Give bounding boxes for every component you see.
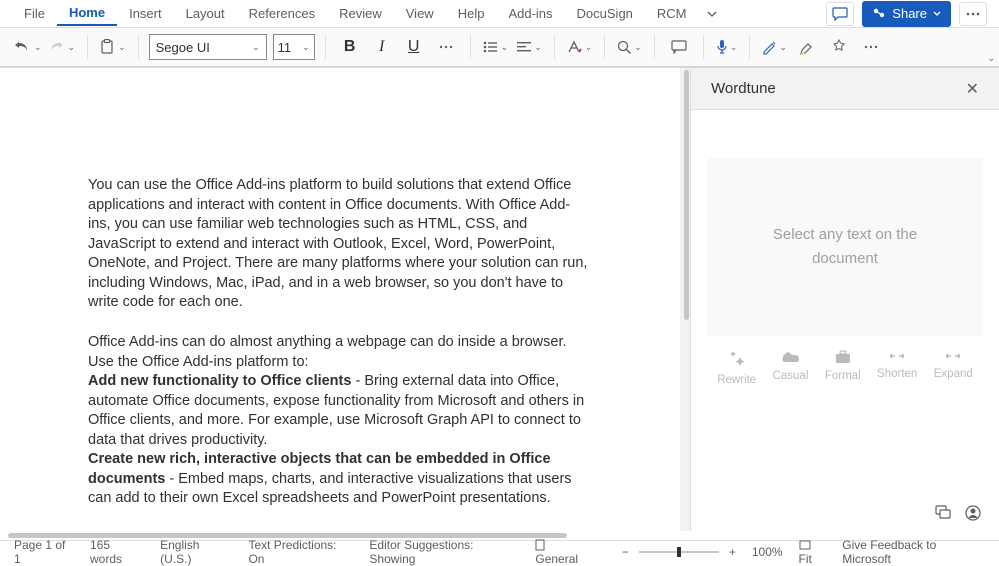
italic-button[interactable]: I (368, 33, 396, 61)
font-size-value: 11 (278, 40, 292, 55)
overflow-button[interactable] (959, 2, 987, 26)
status-editor[interactable]: Editor Suggestions: Showing (369, 538, 519, 566)
highlight-button[interactable] (793, 33, 821, 61)
doc-paragraph-3[interactable]: Add new functionality to Office clients … (88, 372, 592, 450)
pane-chat-icon[interactable] (935, 505, 951, 521)
more-tabs-chevron-icon[interactable] (699, 5, 725, 23)
casual-button[interactable]: Casual (773, 350, 809, 386)
sparkle-icon (728, 350, 746, 368)
status-page[interactable]: Page 1 of 1 (14, 538, 74, 566)
tab-home[interactable]: Home (57, 1, 117, 26)
ribbon-collapse-icon[interactable]: ⌄ (987, 53, 995, 64)
rewrite-button[interactable]: Rewrite (717, 350, 756, 386)
bold-button[interactable]: B (336, 33, 364, 61)
zoom-in-icon[interactable]: + (729, 545, 736, 559)
wordtune-pane: Wordtune ✕ Select any text on the docume… (691, 68, 999, 531)
pane-placeholder-text: Select any text on the document (747, 223, 943, 271)
shorten-button[interactable]: Shorten (877, 350, 917, 386)
shoe-icon (782, 350, 800, 364)
status-zoom[interactable]: 100% (752, 545, 783, 559)
horizontal-scrollbar[interactable] (0, 531, 999, 540)
expand-button[interactable]: Expand (934, 350, 973, 386)
zoom-control[interactable]: − + (622, 545, 736, 559)
tab-review[interactable]: Review (327, 2, 394, 25)
tab-references[interactable]: References (237, 2, 327, 25)
status-sensitivity[interactable]: General (535, 538, 589, 566)
dictate-button[interactable]: ⌄ (714, 35, 740, 59)
feedback-link[interactable]: Give Feedback to Microsoft (842, 538, 985, 566)
main-area: You can use the Office Add-ins platform … (0, 68, 999, 531)
doc-paragraph-1[interactable]: You can use the Office Add-ins platform … (88, 176, 592, 313)
pane-account-icon[interactable] (965, 505, 981, 521)
doc-paragraph-2[interactable]: Office Add-ins can do almost anything a … (88, 333, 592, 372)
tab-view[interactable]: View (394, 2, 446, 25)
tab-layout[interactable]: Layout (174, 2, 237, 25)
tab-rcm[interactable]: RCM (645, 2, 699, 25)
vertical-scrollbar[interactable] (683, 70, 690, 524)
styles-button[interactable]: ⌄ (565, 36, 595, 58)
font-size-select[interactable]: 11⌄ (273, 34, 315, 60)
tab-help[interactable]: Help (446, 2, 497, 25)
zoom-slider[interactable] (639, 551, 719, 553)
comments-button[interactable] (826, 2, 854, 26)
expand-icon (944, 350, 962, 362)
editor-button[interactable]: ⌄ (760, 36, 789, 59)
undo-button[interactable]: ⌄ (12, 36, 44, 58)
briefcase-icon (834, 350, 852, 364)
find-button[interactable]: ⌄ (615, 36, 644, 59)
pane-empty-state: Select any text on the document (707, 158, 983, 336)
font-name-select[interactable]: Segoe UI⌄ (149, 34, 267, 60)
status-words[interactable]: 165 words (90, 538, 144, 566)
tab-insert[interactable]: Insert (117, 2, 174, 25)
tab-file[interactable]: File (12, 2, 57, 25)
status-fit[interactable]: Fit (799, 538, 827, 566)
status-lang[interactable]: English (U.S.) (160, 538, 232, 566)
align-button[interactable]: ⌄ (514, 36, 544, 58)
tab-docusign[interactable]: DocuSign (565, 2, 645, 25)
more-font-button[interactable] (432, 33, 460, 61)
comment-insert-button[interactable] (665, 33, 693, 61)
share-button[interactable]: Share (862, 1, 951, 27)
clipboard-button[interactable]: ⌄ (98, 35, 128, 59)
status-predictions[interactable]: Text Predictions: On (248, 538, 353, 566)
font-name-value: Segoe UI (156, 40, 210, 55)
share-label: Share (892, 6, 927, 21)
tab-addins[interactable]: Add-ins (496, 2, 564, 25)
shorten-icon (888, 350, 906, 362)
formal-button[interactable]: Formal (825, 350, 861, 386)
zoom-out-icon[interactable]: − (622, 545, 629, 559)
bullets-button[interactable]: ⌄ (481, 36, 511, 58)
underline-button[interactable]: U (400, 33, 428, 61)
pane-close-button[interactable]: ✕ (962, 75, 983, 103)
toolbar: ⌄ ⌄ ⌄ Segoe UI⌄ 11⌄ B I U ⌄ ⌄ ⌄ ⌄ (0, 28, 999, 68)
ribbon-tabs: File Home Insert Layout References Revie… (0, 0, 999, 28)
document-area: You can use the Office Add-ins platform … (0, 68, 691, 531)
redo-button[interactable]: ⌄ (46, 36, 78, 58)
more-commands-button[interactable] (857, 33, 885, 61)
designer-button[interactable] (825, 33, 853, 61)
doc-paragraph-4[interactable]: Create new rich, interactive objects tha… (88, 450, 592, 509)
status-bar: Page 1 of 1 165 words English (U.S.) Tex… (0, 540, 999, 562)
pane-title: Wordtune (711, 80, 776, 97)
document-page[interactable]: You can use the Office Add-ins platform … (0, 68, 680, 531)
